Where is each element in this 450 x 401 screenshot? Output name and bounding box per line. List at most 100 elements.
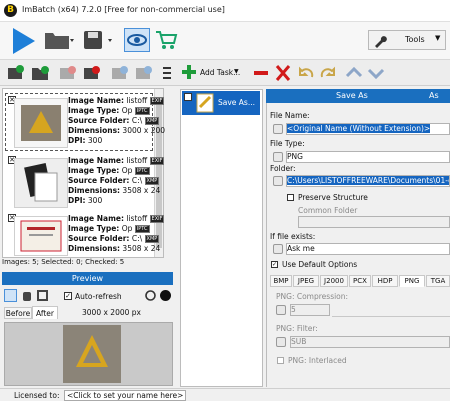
wrench-icon bbox=[375, 36, 387, 48]
dimensions: 3508 x 24 bbox=[122, 186, 161, 195]
licensed-name-link[interactable]: <Click to set your name here> bbox=[64, 390, 187, 401]
close-icon bbox=[275, 65, 291, 81]
tab-j2000[interactable]: J2000 bbox=[320, 275, 348, 287]
if-exists-value: Ask me bbox=[287, 244, 315, 253]
image-type: Op bbox=[121, 106, 133, 115]
save-as-icon bbox=[196, 93, 214, 113]
field-label: DPI: bbox=[68, 136, 86, 145]
if-exists-label: If file exists: bbox=[270, 232, 316, 241]
compression-label: PNG: Compression: bbox=[276, 292, 349, 301]
save-button[interactable] bbox=[82, 29, 116, 51]
field-label: Source Folder: bbox=[68, 234, 130, 243]
remove-image-button[interactable] bbox=[58, 63, 78, 83]
preview-toggle-button[interactable] bbox=[124, 28, 150, 52]
add-folder-button[interactable] bbox=[30, 63, 50, 83]
add-images-button[interactable] bbox=[6, 63, 26, 83]
undo-button[interactable] bbox=[296, 63, 316, 83]
tab-jpeg[interactable]: JPEG bbox=[293, 275, 319, 287]
if-exists-select[interactable]: Ask me bbox=[286, 243, 450, 255]
if-exists-icon[interactable] bbox=[273, 244, 283, 254]
delete-all-tasks-button[interactable] bbox=[274, 63, 292, 83]
floppy-disk-icon bbox=[84, 31, 112, 49]
dpi-value: 300 bbox=[87, 196, 103, 205]
tab-after[interactable]: After bbox=[32, 306, 58, 319]
preserve-structure-label: Preserve Structure bbox=[298, 193, 368, 202]
run-button[interactable] bbox=[6, 24, 38, 56]
filter-select[interactable]: SUB bbox=[290, 336, 450, 348]
compression-value: 5 bbox=[291, 305, 296, 314]
common-folder-label: Common Folder bbox=[298, 206, 358, 215]
common-folder-input[interactable] bbox=[298, 216, 450, 228]
image-info-button[interactable] bbox=[110, 63, 130, 83]
move-up-button[interactable] bbox=[344, 63, 364, 83]
app-logo-icon: B bbox=[4, 4, 17, 17]
file-type-value: PNG bbox=[287, 152, 303, 161]
window-title: ImBatch (x64) 7.2.0 [Free for non-commer… bbox=[22, 5, 225, 14]
iptc-tag: IPTC bbox=[134, 225, 150, 233]
tab-tga[interactable]: TGA bbox=[426, 275, 450, 287]
clear-list-button[interactable] bbox=[82, 63, 102, 83]
field-label: Image Name: bbox=[68, 156, 124, 165]
interlaced-checkbox[interactable] bbox=[277, 357, 284, 364]
task-item-save-as[interactable]: ✕ Save As... bbox=[182, 91, 260, 115]
compression-spinbox[interactable]: 5 bbox=[290, 304, 330, 316]
exif-tag: EXIF bbox=[149, 157, 165, 165]
compression-icon[interactable] bbox=[276, 305, 286, 315]
field-label: Image Type: bbox=[68, 166, 120, 175]
folder-browse-icon[interactable] bbox=[273, 176, 283, 186]
field-label: Image Name: bbox=[68, 96, 124, 105]
preview-header: Preview bbox=[2, 272, 173, 285]
image-type: Op bbox=[121, 224, 133, 233]
hand-icon[interactable] bbox=[20, 289, 33, 302]
tab-png[interactable]: PNG bbox=[399, 275, 425, 287]
tools-menu-button[interactable]: Tools ▼ bbox=[368, 30, 446, 50]
image-name: listoff bbox=[126, 156, 148, 165]
task-checkbox[interactable]: ✕ bbox=[184, 93, 192, 101]
macro-icon[interactable] bbox=[273, 124, 283, 134]
filter-icon[interactable] bbox=[276, 337, 286, 347]
tab-before[interactable]: Before bbox=[4, 307, 32, 319]
background-toggle-icon[interactable] bbox=[159, 289, 172, 302]
list-view-icon[interactable] bbox=[162, 64, 172, 82]
title-bar: B ImBatch (x64) 7.2.0 [Free for non-comm… bbox=[0, 0, 450, 22]
shop-button[interactable] bbox=[154, 29, 178, 51]
tab-hdp[interactable]: HDP bbox=[372, 275, 398, 287]
exif-tag: EXIF bbox=[149, 215, 165, 223]
remove-task-button[interactable] bbox=[252, 63, 270, 83]
clear-list-icon bbox=[84, 66, 100, 79]
field-label: Source Folder: bbox=[68, 176, 130, 185]
compression-slider[interactable] bbox=[332, 305, 450, 317]
licensed-label: Licensed to: bbox=[14, 391, 60, 400]
crop-icon[interactable] bbox=[36, 289, 49, 302]
open-button[interactable] bbox=[44, 29, 74, 51]
redo-button[interactable] bbox=[318, 63, 338, 83]
add-image-icon bbox=[8, 65, 24, 79]
source-folder: C:\ bbox=[131, 234, 143, 243]
refresh-icon[interactable] bbox=[144, 289, 157, 302]
redo-icon bbox=[320, 66, 335, 78]
settings-header: Save As As bbox=[266, 89, 450, 103]
image-name: listoff bbox=[126, 96, 148, 105]
default-options-checkbox[interactable]: ✓ bbox=[271, 261, 278, 268]
task-list[interactable] bbox=[180, 89, 263, 387]
move-down-button[interactable] bbox=[366, 63, 386, 83]
preview-toolbar: ✓ Auto-refresh bbox=[2, 286, 173, 306]
file-type-select[interactable]: PNG bbox=[286, 151, 450, 163]
preview-image[interactable] bbox=[4, 322, 173, 386]
file-name-input[interactable]: <Original Name (Without Extension)> bbox=[286, 123, 450, 135]
undo-icon bbox=[299, 66, 314, 78]
add-task-button[interactable]: Add Task... ▼ bbox=[182, 63, 242, 83]
image-list-scrollbar[interactable] bbox=[154, 89, 163, 257]
image-type: Op bbox=[121, 166, 133, 175]
image-settings-icon bbox=[136, 66, 152, 79]
field-label: Dimensions: bbox=[68, 126, 121, 135]
preserve-structure-checkbox[interactable] bbox=[287, 194, 294, 201]
folder-input[interactable]: C:\Users\LISTOFFREEWARE\Documents\01-out… bbox=[286, 175, 450, 187]
image-info-icon bbox=[112, 66, 128, 79]
tab-bmp[interactable]: BMP bbox=[270, 275, 292, 287]
file-type-icon[interactable] bbox=[273, 152, 283, 162]
auto-refresh-checkbox[interactable]: ✓ bbox=[64, 292, 72, 300]
zoom-icon[interactable] bbox=[4, 289, 17, 302]
image-settings-button[interactable] bbox=[134, 63, 154, 83]
tab-pcx[interactable]: PCX bbox=[349, 275, 371, 287]
